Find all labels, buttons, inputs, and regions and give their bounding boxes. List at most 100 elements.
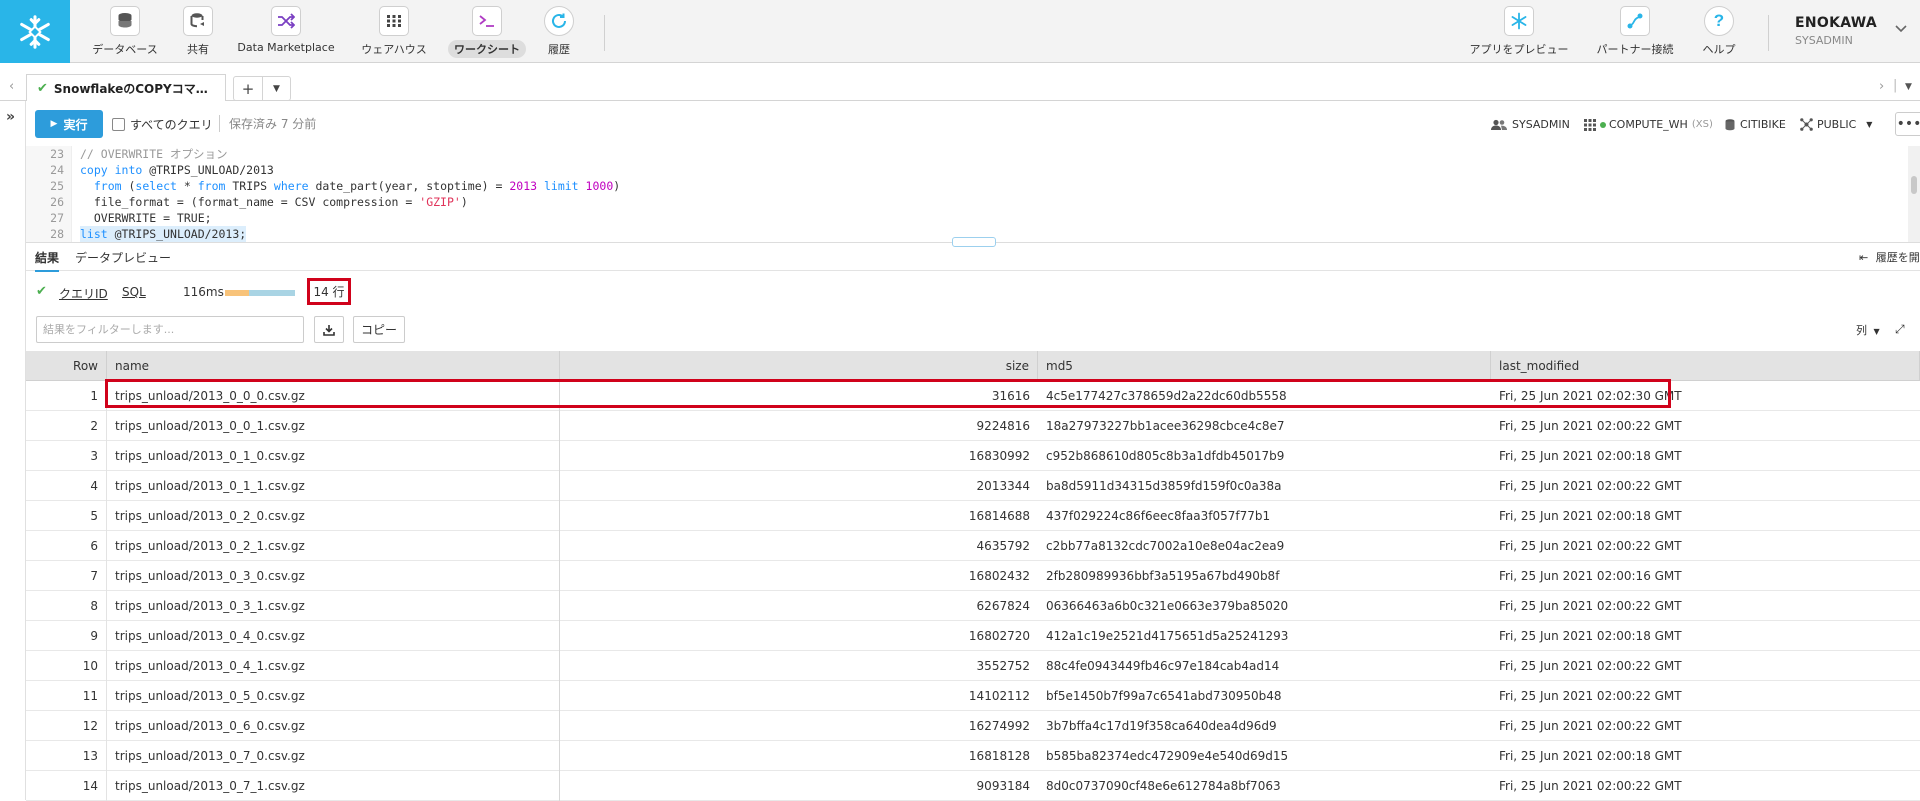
worksheet-dropdown-icon[interactable]: ▼	[263, 76, 291, 101]
last-modified-cell: Fri, 25 Jun 2021 02:00:18 GMT	[1499, 449, 1682, 463]
nav-label-marketplace: Data Marketplace	[237, 41, 335, 54]
table-row[interactable]: 12 trips_unload/2013_0_6_0.csv.gz 16274992…	[26, 711, 1920, 741]
md5-cell: c2bb77a8132cdc7002a10e8e04ac2ea9	[1046, 539, 1285, 553]
sql-editor[interactable]: 23// OVERWRITE オプション 24 copy into @TRIPS_…	[26, 146, 1920, 242]
table-row[interactable]: 5 trips_unload/2013_0_2_0.csv.gz 16814688 4…	[26, 501, 1920, 531]
last-modified-cell: Fri, 25 Jun 2021 02:00:18 GMT	[1499, 509, 1682, 523]
column-header-md5[interactable]: md5	[1038, 351, 1491, 381]
run-button[interactable]: ▶ 実行	[35, 110, 103, 138]
table-row[interactable]: 11 trips_unload/2013_0_5_0.csv.gz 14102112…	[26, 681, 1920, 711]
name-cell: trips_unload/2013_0_4_1.csv.gz	[107, 651, 560, 681]
table-row[interactable]: 8 trips_unload/2013_0_3_1.csv.gz 6267824 06…	[26, 591, 1920, 621]
checkbox-icon[interactable]	[112, 118, 125, 131]
table-row[interactable]: 9 trips_unload/2013_0_4_0.csv.gz 16802720 4…	[26, 621, 1920, 651]
md5-cell: 437f029224c86f6eec8faa3f057f77b1	[1046, 509, 1271, 523]
worksheet-tab[interactable]: ✔ SnowflakeのCOPYコマ…	[26, 74, 226, 101]
user-menu[interactable]: ENOKAWA SYSADMIN	[1795, 15, 1877, 47]
column-header-name[interactable]: name	[107, 351, 560, 381]
all-queries-label: すべてのクエリ	[130, 118, 213, 132]
table-row[interactable]: 13 trips_unload/2013_0_7_0.csv.gz 16818128…	[26, 741, 1920, 771]
column-header-size[interactable]: size	[560, 351, 1038, 381]
warehouse-selector[interactable]: COMPUTE_WH (XS)	[1584, 118, 1713, 131]
md5-cell: b585ba82374edc472909e4e540d69d15	[1046, 749, 1289, 763]
last-modified-cell: Fri, 25 Jun 2021 02:00:22 GMT	[1499, 689, 1682, 703]
column-header-last-modified[interactable]: last_modified	[1491, 351, 1920, 381]
worksheet-tab-bar: ‹ ✔ SnowflakeのCOPYコマ… + ▼ › | ▼	[0, 64, 1920, 101]
tab-divider: |	[1893, 78, 1898, 93]
table-row[interactable]: 6 trips_unload/2013_0_2_1.csv.gz 4635792 c2…	[26, 531, 1920, 561]
arrow-left-icon: ⇤	[1859, 251, 1869, 264]
result-filter-input[interactable]	[36, 316, 304, 343]
nav-help[interactable]: ? ヘルプ	[1674, 6, 1764, 58]
download-button[interactable]	[314, 316, 344, 343]
nav-label-history: 履歴	[548, 43, 570, 56]
editor-scrollbar-thumb[interactable]	[1911, 176, 1917, 194]
chevron-right-icon[interactable]: ›	[1879, 79, 1884, 94]
tab-results[interactable]: 結果	[35, 249, 60, 272]
nav-data-marketplace[interactable]: Data Marketplace	[237, 6, 335, 55]
chevron-left-icon[interactable]: ‹	[9, 79, 14, 94]
tab-data-preview[interactable]: データプレビュー	[75, 249, 171, 266]
last-modified-cell: Fri, 25 Jun 2021 02:02:30 GMT	[1499, 389, 1682, 403]
md5-cell: 3b7bffa4c17d19f358ca640dea4d96d9	[1046, 719, 1277, 733]
nav-history[interactable]: 履歴	[514, 6, 604, 58]
row-number-cell: 10	[26, 651, 107, 681]
table-header-row: Row name size md5 last_modified	[26, 351, 1920, 381]
expand-sidebar-icon[interactable]: »	[6, 109, 15, 125]
tab-menu-dropdown-icon[interactable]: ▼	[1905, 82, 1912, 92]
expand-icon[interactable]: ⤢	[1895, 322, 1905, 337]
table-row[interactable]: 10 trips_unload/2013_0_4_1.csv.gz 3552752 8…	[26, 651, 1920, 681]
columns-dropdown-icon: ▼	[1873, 327, 1880, 336]
copy-button[interactable]: コピー	[353, 316, 405, 343]
snowflake-logo-icon[interactable]	[0, 0, 70, 63]
size-cell: 16830992	[968, 449, 1030, 463]
worksheet-tab-label: SnowflakeのCOPYコマ…	[53, 81, 208, 96]
table-row[interactable]: 1 trips_unload/2013_0_0_0.csv.gz 31616 4c5e…	[26, 381, 1920, 411]
name-cell: trips_unload/2013_0_0_1.csv.gz	[107, 411, 560, 441]
row-number-cell: 3	[26, 441, 107, 471]
role-selector[interactable]: SYSADMIN	[1491, 118, 1570, 131]
row-number-cell: 4	[26, 471, 107, 501]
nav-preview-app[interactable]: アプリをプレビュー	[1470, 6, 1569, 58]
table-row[interactable]: 2 trips_unload/2013_0_0_1.csv.gz 9224816 18…	[26, 411, 1920, 441]
size-cell: 3552752	[976, 659, 1030, 673]
download-icon	[323, 324, 335, 336]
nav-shares[interactable]: 共有	[153, 6, 243, 58]
open-history-label: 履歴を開く	[1875, 251, 1920, 264]
history-icon	[544, 6, 574, 36]
nav-label-shares: 共有	[187, 43, 209, 56]
sql-link[interactable]: SQL	[122, 285, 146, 299]
table-row[interactable]: 4 trips_unload/2013_0_1_1.csv.gz 2013344 ba…	[26, 471, 1920, 501]
editor-line: 25 from (select * from TRIPS where date_…	[50, 179, 621, 193]
user-role: SYSADMIN	[1795, 34, 1853, 47]
size-cell: 16818128	[968, 749, 1030, 763]
query-timing-bar	[225, 290, 295, 296]
chevron-down-icon[interactable]	[1895, 22, 1907, 36]
add-worksheet-button[interactable]: +	[233, 76, 263, 101]
nav-warehouses[interactable]: ウェアハウス	[349, 6, 439, 58]
last-modified-cell: Fri, 25 Jun 2021 02:00:18 GMT	[1499, 749, 1682, 763]
ellipsis-icon: •••	[1896, 116, 1920, 132]
nav-partner-connect[interactable]: パートナー接続	[1590, 6, 1680, 58]
schema-selector[interactable]: PUBLIC ▼	[1800, 118, 1872, 131]
table-row[interactable]: 14 trips_unload/2013_0_7_1.csv.gz 9093184 8…	[26, 771, 1920, 801]
columns-label: 列	[1856, 324, 1867, 337]
column-header-row[interactable]: Row	[26, 351, 107, 381]
table-row[interactable]: 7 trips_unload/2013_0_3_0.csv.gz 16802432 2…	[26, 561, 1920, 591]
name-cell: trips_unload/2013_0_7_0.csv.gz	[107, 741, 560, 771]
all-queries-checkbox[interactable]: すべてのクエリ	[112, 116, 213, 133]
table-row[interactable]: 3 trips_unload/2013_0_1_0.csv.gz 16830992 c…	[26, 441, 1920, 471]
name-cell: trips_unload/2013_0_3_1.csv.gz	[107, 591, 560, 621]
row-count-badge: 14 行	[307, 278, 351, 305]
check-icon: ✔	[37, 80, 48, 96]
editor-scrollbar[interactable]	[1908, 146, 1920, 242]
nav-label-help: ヘルプ	[1702, 43, 1736, 56]
name-cell: trips_unload/2013_0_4_0.csv.gz	[107, 621, 560, 651]
open-history-button[interactable]: ⇤ 履歴を開く	[1859, 249, 1920, 265]
columns-menu-button[interactable]: 列 ▼	[1856, 322, 1880, 338]
more-options-button[interactable]: •••	[1895, 112, 1920, 136]
md5-cell: 06366463a6b0c321e0663e379ba85020	[1046, 599, 1289, 613]
query-id-link[interactable]: クエリID	[59, 285, 108, 302]
schema-dropdown-icon: ▼	[1866, 120, 1873, 129]
database-selector[interactable]: CITIBIKE	[1725, 118, 1786, 131]
